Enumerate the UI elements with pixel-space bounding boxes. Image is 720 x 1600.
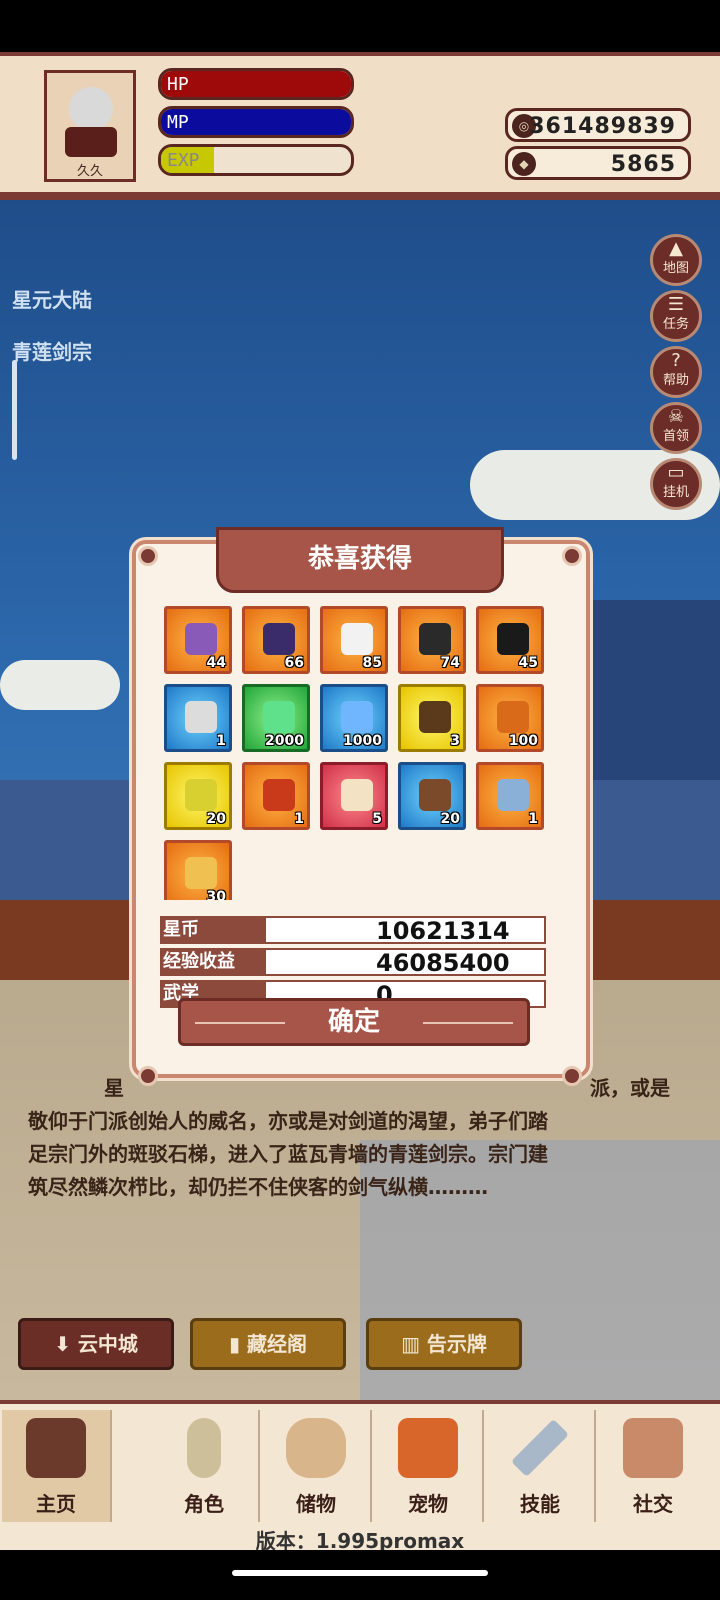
item-count: 2000 bbox=[265, 733, 304, 749]
stat-value: 46085400 bbox=[264, 948, 546, 976]
game-screen: 久久 HP MP EXP ◎ 361489839 ◆ 5865 星元大陆 青莲剑… bbox=[0, 0, 720, 1600]
stat-value: 10621314 bbox=[264, 916, 546, 944]
item-icon bbox=[263, 779, 295, 811]
reward-item[interactable]: 1000 bbox=[320, 684, 388, 752]
item-count: 1 bbox=[528, 811, 538, 827]
item-count: 1000 bbox=[343, 733, 382, 749]
decor-line bbox=[423, 1022, 513, 1024]
reward-item[interactable]: 100 bbox=[476, 684, 544, 752]
reward-item[interactable]: 85 bbox=[320, 606, 388, 674]
home-indicator[interactable] bbox=[232, 1570, 488, 1576]
confirm-label: 确定 bbox=[327, 1007, 380, 1037]
system-home-bar bbox=[0, 1550, 720, 1600]
stat-row-exp: 经验收益 46085400 bbox=[160, 948, 546, 976]
item-icon bbox=[341, 701, 373, 733]
reward-item[interactable]: 74 bbox=[398, 606, 466, 674]
item-count: 74 bbox=[440, 655, 460, 671]
item-count: 44 bbox=[206, 655, 226, 671]
item-count: 3 bbox=[450, 733, 460, 749]
reward-item[interactable]: 5 bbox=[320, 762, 388, 830]
reward-item[interactable]: 30 bbox=[164, 840, 232, 900]
item-count: 85 bbox=[362, 655, 382, 671]
item-icon bbox=[419, 779, 451, 811]
item-count: 5 bbox=[372, 811, 382, 827]
corner-rivet bbox=[138, 546, 158, 566]
item-icon bbox=[263, 623, 295, 655]
item-icon bbox=[419, 701, 451, 733]
item-icon bbox=[185, 701, 217, 733]
item-count: 100 bbox=[508, 733, 538, 749]
stat-label: 经验收益 bbox=[160, 948, 264, 976]
item-icon bbox=[419, 623, 451, 655]
item-count: 1 bbox=[216, 733, 226, 749]
reward-item[interactable]: 66 bbox=[242, 606, 310, 674]
item-count: 30 bbox=[206, 889, 226, 900]
item-icon bbox=[341, 779, 373, 811]
item-count: 1 bbox=[294, 811, 304, 827]
decor-line bbox=[195, 1022, 285, 1024]
item-icon bbox=[185, 623, 217, 655]
item-count: 20 bbox=[206, 811, 226, 827]
version-text: 版本：1.995promax bbox=[0, 1526, 720, 1550]
status-bar bbox=[0, 0, 720, 52]
reward-item[interactable]: 1 bbox=[242, 762, 310, 830]
item-icon bbox=[263, 701, 295, 733]
corner-rivet bbox=[138, 1066, 158, 1086]
exp-label: EXP bbox=[167, 150, 200, 171]
stat-row-coins: 星币 10621314 bbox=[160, 916, 546, 944]
reward-item[interactable]: 44 bbox=[164, 606, 232, 674]
item-icon bbox=[497, 701, 529, 733]
mp-label: MP bbox=[167, 112, 189, 133]
item-icon bbox=[341, 623, 373, 655]
corner-rivet bbox=[562, 1066, 582, 1086]
item-count: 20 bbox=[440, 811, 460, 827]
reward-item[interactable]: 1 bbox=[164, 684, 232, 752]
hp-label: HP bbox=[167, 74, 189, 95]
reward-item-grid[interactable]: 44 66 85 74 45 1 2000 1000 3 100 20 1 5 20 1 30 bbox=[164, 600, 556, 900]
corner-rivet bbox=[562, 546, 582, 566]
item-icon bbox=[185, 857, 217, 889]
reward-item[interactable]: 1 bbox=[476, 762, 544, 830]
reward-item[interactable]: 3 bbox=[398, 684, 466, 752]
reward-item[interactable]: 20 bbox=[164, 762, 232, 830]
reward-item[interactable]: 2000 bbox=[242, 684, 310, 752]
item-icon bbox=[497, 623, 529, 655]
stat-label: 星币 bbox=[160, 916, 264, 944]
dialog-title: 恭喜获得 bbox=[216, 527, 504, 593]
item-count: 45 bbox=[518, 655, 538, 671]
item-count: 66 bbox=[284, 655, 304, 671]
item-icon bbox=[497, 779, 529, 811]
reward-item[interactable]: 45 bbox=[476, 606, 544, 674]
confirm-button[interactable]: 确定 bbox=[178, 998, 530, 1046]
reward-item[interactable]: 20 bbox=[398, 762, 466, 830]
item-icon bbox=[185, 779, 217, 811]
